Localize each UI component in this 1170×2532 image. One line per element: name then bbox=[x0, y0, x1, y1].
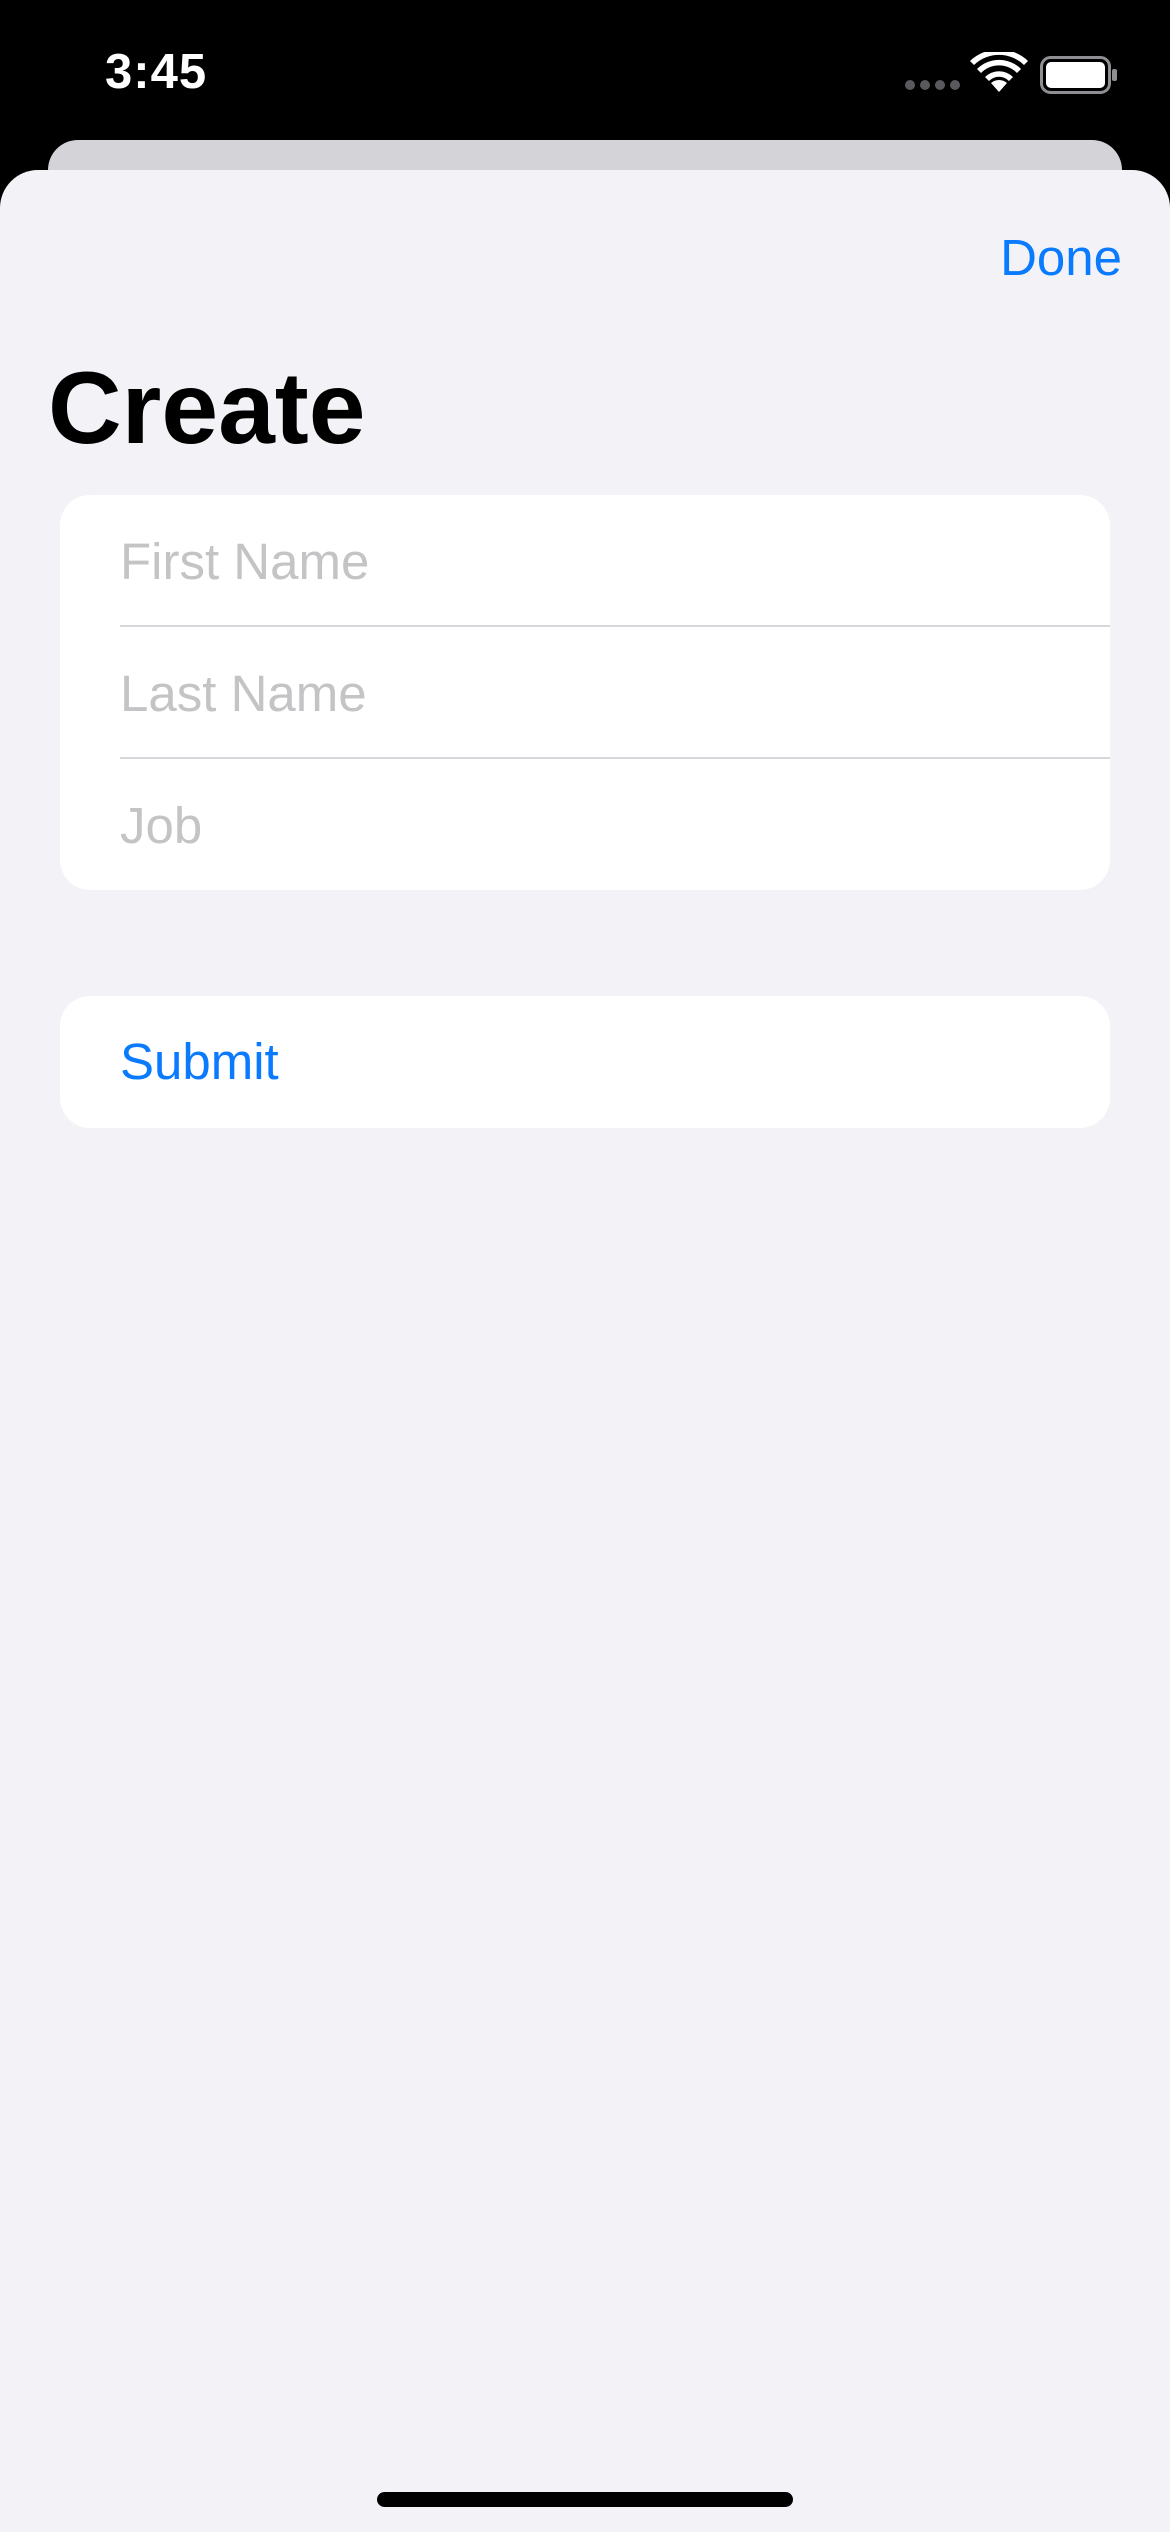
form-row-job bbox=[60, 759, 1110, 890]
status-time: 3:45 bbox=[105, 45, 208, 99]
wifi-icon bbox=[970, 52, 1028, 92]
submit-section: Submit bbox=[60, 996, 1110, 1128]
page-title: Create bbox=[48, 351, 366, 465]
done-button[interactable]: Done bbox=[1000, 228, 1122, 287]
job-field[interactable] bbox=[120, 759, 1080, 890]
create-sheet: Done Create Submit bbox=[0, 170, 1170, 2532]
home-indicator[interactable] bbox=[377, 2492, 793, 2507]
first-name-field[interactable] bbox=[120, 495, 1080, 627]
battery-icon bbox=[1040, 56, 1117, 94]
status-bar: 3:45 bbox=[0, 0, 1170, 140]
app-screen: 3:45 Done Create First Name Last Name Jo… bbox=[0, 0, 1170, 2532]
form-section bbox=[60, 495, 1110, 890]
form-row-first-name bbox=[60, 495, 1110, 627]
submit-button[interactable]: Submit bbox=[120, 996, 279, 1128]
form-row-last-name bbox=[60, 627, 1110, 759]
cellular-signal-icon bbox=[905, 80, 961, 92]
last-name-field[interactable] bbox=[120, 627, 1080, 759]
